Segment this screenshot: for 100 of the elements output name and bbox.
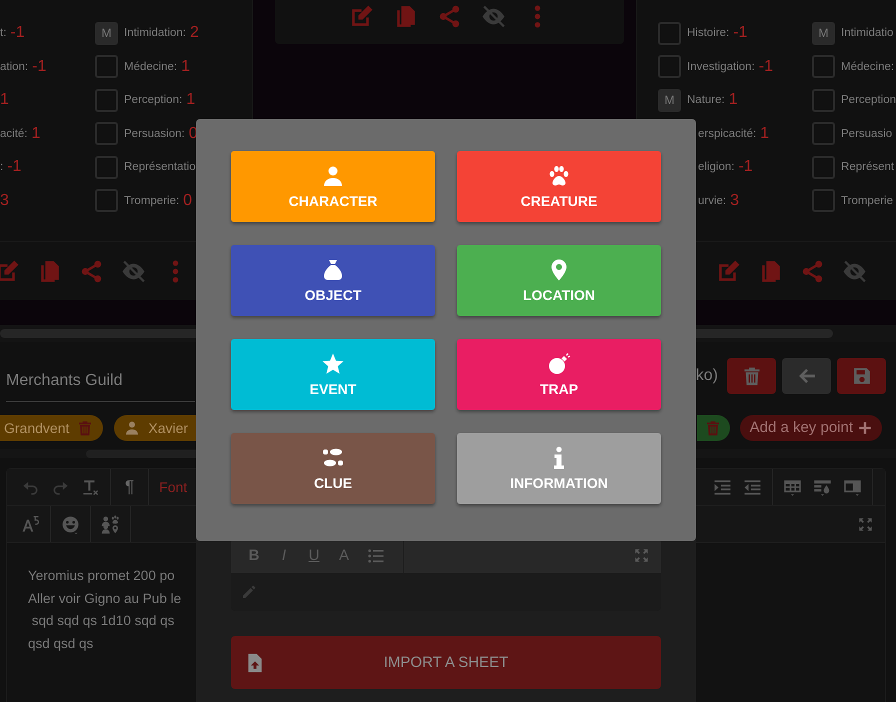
skill-label: Persuasion: xyxy=(124,128,185,140)
title-field[interactable]: Merchants Guild xyxy=(6,358,195,402)
import-button[interactable]: IMPORT A SHEET xyxy=(231,636,661,689)
checkbox[interactable] xyxy=(95,55,118,78)
skill-value: -1 xyxy=(733,24,748,42)
skill-value: 3 xyxy=(730,192,740,210)
checkbox[interactable] xyxy=(812,55,836,78)
indent-icon[interactable] xyxy=(713,478,732,496)
skill-value: 1 xyxy=(186,91,196,110)
share-icon[interactable] xyxy=(79,258,104,284)
category-button[interactable]: EVENT xyxy=(231,339,435,410)
skill-value: -1 xyxy=(32,58,46,76)
font-menu[interactable]: Font xyxy=(159,479,188,495)
text-line: qsd qsd qs xyxy=(28,634,94,653)
star-icon xyxy=(321,352,345,376)
trash-icon[interactable] xyxy=(77,420,94,436)
skill-label: Investigation: xyxy=(687,60,755,73)
bag-icon xyxy=(321,258,345,282)
checkbox[interactable] xyxy=(95,122,118,146)
eye-slash-icon[interactable] xyxy=(481,4,506,28)
edit-icon[interactable] xyxy=(0,258,20,284)
save-button[interactable] xyxy=(837,358,886,394)
edit-icon[interactable] xyxy=(716,258,741,284)
text-line: sqd sqd qs 1d10 sqd qs xyxy=(30,612,174,630)
edit-icon[interactable] xyxy=(349,4,374,28)
skill-label: t: xyxy=(0,27,6,40)
category-button[interactable]: CLUE xyxy=(231,433,435,504)
category-button[interactable]: TRAP xyxy=(457,339,661,410)
bomb-icon xyxy=(547,352,571,376)
checkbox[interactable] xyxy=(812,189,836,212)
skill-value: 1 xyxy=(32,124,40,143)
skill-value: -1 xyxy=(10,24,25,42)
skill-label: Représentatio xyxy=(124,161,196,174)
eye-slash-icon[interactable] xyxy=(842,258,867,284)
checkbox[interactable] xyxy=(95,189,118,212)
skill-value: -1 xyxy=(758,58,773,76)
person-icon xyxy=(124,420,140,436)
category-button[interactable]: INFORMATION xyxy=(457,433,661,504)
add-key-point-button[interactable]: Add a key point xyxy=(740,414,882,440)
skill-value: 1 xyxy=(728,91,738,110)
outdent-icon[interactable] xyxy=(743,478,762,496)
checkbox[interactable] xyxy=(812,122,836,146)
category-button[interactable]: CHARACTER xyxy=(231,151,435,222)
spellcheck-icon[interactable] xyxy=(21,514,40,534)
skill-label: acité: xyxy=(0,128,28,140)
checkbox[interactable] xyxy=(812,156,836,179)
checkbox[interactable] xyxy=(95,88,118,112)
skill-label: Perception xyxy=(841,94,896,106)
trash-icon[interactable] xyxy=(704,420,721,436)
skill-value: 3 xyxy=(0,192,9,210)
back-button[interactable] xyxy=(782,358,831,394)
cell-color-icon[interactable] xyxy=(813,478,832,496)
skill-label: eligion: xyxy=(698,161,734,174)
tag-chip[interactable] xyxy=(696,414,730,440)
skill-label: Tromperie xyxy=(841,194,893,207)
category-button[interactable]: CREATURE xyxy=(457,151,661,222)
clear-format-icon[interactable] xyxy=(81,478,100,496)
skill-label: Représent xyxy=(841,161,894,174)
checkbox[interactable] xyxy=(812,88,836,112)
plus-icon xyxy=(858,420,872,434)
skill-label: Intimidation: xyxy=(124,27,186,40)
window-color-icon[interactable] xyxy=(843,478,862,496)
checkbox[interactable] xyxy=(658,22,681,45)
paw-icon xyxy=(547,164,571,188)
paragraph-menu[interactable]: ¶ xyxy=(121,477,138,497)
checkbox[interactable]: M xyxy=(95,22,118,45)
share-icon[interactable] xyxy=(800,258,825,284)
skill-label: : xyxy=(0,161,4,174)
fullscreen-icon[interactable] xyxy=(858,516,873,532)
skill-value: 1 xyxy=(760,124,770,143)
skill-label: Histoire: xyxy=(687,27,730,40)
checkbox[interactable] xyxy=(95,156,118,179)
checkbox[interactable]: M xyxy=(812,22,836,45)
list-icon[interactable] xyxy=(367,546,385,564)
text-editor[interactable] xyxy=(696,468,886,702)
checkbox[interactable] xyxy=(658,55,681,78)
skill-label: Nature: xyxy=(687,94,725,106)
emoji-icon[interactable] xyxy=(61,514,80,534)
save-icon xyxy=(852,366,872,386)
trash-icon xyxy=(742,366,762,386)
skill-label: erspicacité: xyxy=(698,128,756,140)
people-icon[interactable] xyxy=(101,514,120,534)
skill-value: 1 xyxy=(181,58,190,76)
category-button[interactable]: OBJECT xyxy=(231,245,435,316)
skill-label: ation: xyxy=(0,60,28,73)
tag-chip[interactable]: Grandvent xyxy=(0,414,104,440)
skill-label: Tromperie: xyxy=(124,194,180,207)
skill-value: 0 xyxy=(183,192,192,210)
table-icon[interactable] xyxy=(783,478,802,496)
delete-button[interactable] xyxy=(727,358,776,394)
fullscreen-icon[interactable] xyxy=(634,548,649,563)
checkbox[interactable]: M xyxy=(658,88,681,112)
skill-label: Intimidatio xyxy=(841,27,894,40)
pencil-icon xyxy=(241,584,257,600)
text-editor[interactable]: ¶ Font Yeromius promet 200 po Aller voir Gigno au Pub le sqd sqd qs 1d10 sqd qs qsd qsd qs xyxy=(6,468,196,702)
person-icon xyxy=(321,164,345,188)
file-size: ko) xyxy=(696,366,718,384)
skill-value: -1 xyxy=(738,158,753,176)
eye-slash-icon[interactable] xyxy=(121,258,146,284)
category-button[interactable]: LOCATION xyxy=(457,245,661,316)
